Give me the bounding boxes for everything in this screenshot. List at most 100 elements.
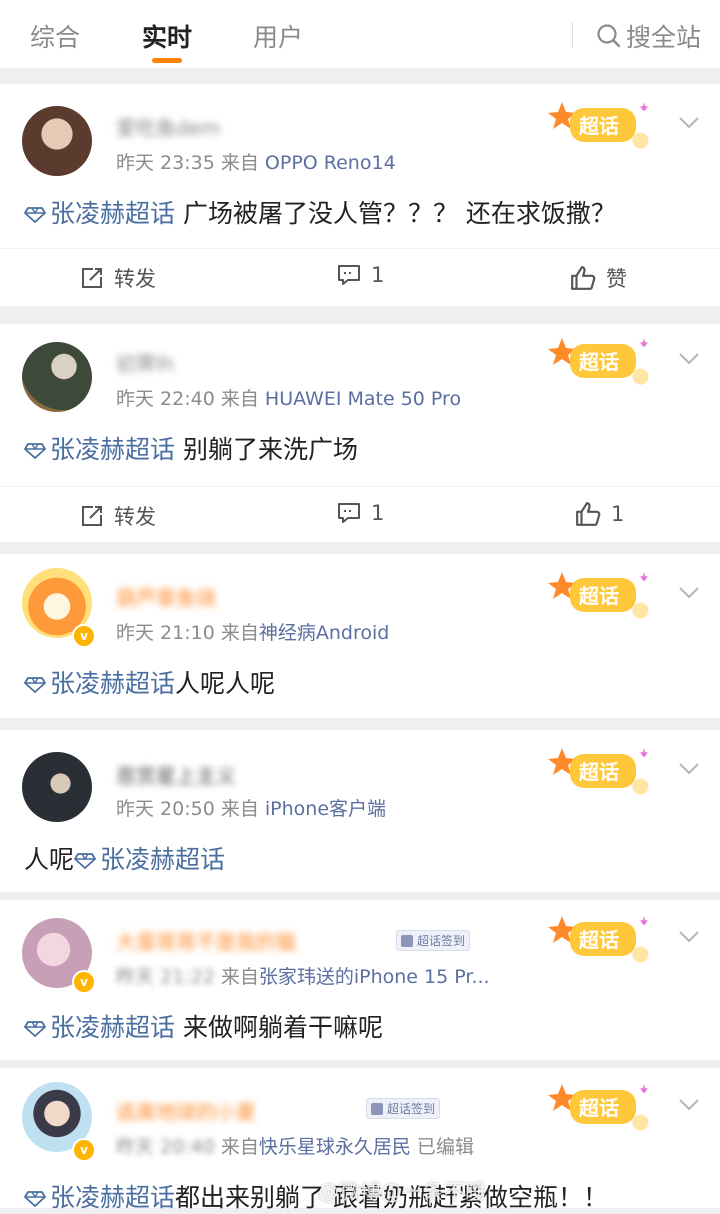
repost-button[interactable]: 转发 xyxy=(80,501,156,531)
watermark: @微博@一条不睡 xyxy=(318,1180,486,1204)
username[interactable]: 爱吃鱼dem xyxy=(116,112,220,141)
post-card[interactable]: 爱吃鱼dem 昨天 23:35 来自 OPPO Reno14 超话 张凌赫超话 … xyxy=(0,84,720,306)
chaohua-label: 超话 xyxy=(579,1096,619,1120)
chaohua-label: 超话 xyxy=(579,114,619,138)
post-content: 张凌赫超话人呢人呢 xyxy=(24,664,275,700)
checkin-icon xyxy=(371,1102,383,1115)
post-time: 昨天 20:50 xyxy=(116,798,215,820)
post-source[interactable]: 神经病Android xyxy=(259,622,389,644)
post-text: 来做啊躺着干嘛呢 xyxy=(182,1013,383,1042)
post-card[interactable]: 初霁lh 昨天 22:40 来自 HUAWEI Mate 50 Pro 超话 张… xyxy=(0,324,720,542)
post-source[interactable]: 张家玮送的iPhone 15 Pr... xyxy=(259,966,490,988)
post-content: 人呢 张凌赫超话 xyxy=(24,840,225,876)
post-meta: 昨天 20:50 来自 iPhone客户端 xyxy=(116,794,386,821)
repost-icon xyxy=(80,266,104,290)
supertopic-diamond-icon xyxy=(24,206,46,224)
post-time: 昨天 21:10 xyxy=(116,622,215,644)
post-time: 昨天 22:40 xyxy=(116,388,215,410)
post-content: 张凌赫超话 别躺了来洗广场 xyxy=(24,430,358,466)
action-row: 转发 1 赞 xyxy=(0,248,720,307)
verified-badge-icon: v xyxy=(72,970,96,994)
post-content: 张凌赫超话 来做啊躺着干嘛呢 xyxy=(24,1008,383,1044)
post-text: 广场被屠了没人管？？？ 还在求饭撒？ xyxy=(182,199,616,228)
source-prefix: 来自 xyxy=(220,1136,259,1158)
supertopic-diamond-icon xyxy=(24,1190,46,1208)
top-tab-bar: 综合 实时 用户 搜全站 xyxy=(0,0,720,68)
like-icon xyxy=(575,501,601,527)
post-meta: 昨天 21:22 来自张家玮送的iPhone 15 Pr... xyxy=(116,962,490,989)
comment-icon xyxy=(337,501,361,525)
checkin-icon xyxy=(401,934,413,947)
post-meta: 昨天 23:35 来自 OPPO Reno14 xyxy=(116,148,396,175)
chaohua-label: 超话 xyxy=(579,760,619,784)
repost-icon xyxy=(80,504,104,528)
topic-link[interactable]: 张凌赫超话 xyxy=(24,435,175,464)
edited-label: 已编辑 xyxy=(416,1136,474,1158)
chaohua-label: 超话 xyxy=(579,928,619,952)
post-text: 人呢人呢 xyxy=(175,669,276,698)
post-source[interactable]: HUAWEI Mate 50 Pro xyxy=(265,388,461,410)
avatar[interactable] xyxy=(22,752,92,822)
chevron-down-icon[interactable] xyxy=(678,586,700,600)
avatar[interactable] xyxy=(22,342,92,412)
source-prefix: 来自 xyxy=(220,622,259,644)
post-source[interactable]: iPhone客户端 xyxy=(265,798,386,820)
tab-comprehensive[interactable]: 综合 xyxy=(30,18,80,54)
supertopic-diamond-icon xyxy=(24,1020,46,1038)
post-card[interactable]: v 大蛋哥哥不是我的猫 超话签到 昨天 21:22 来自张家玮送的iPhone … xyxy=(0,900,720,1060)
source-prefix: 来自 xyxy=(220,388,259,410)
source-prefix: 来自 xyxy=(220,798,259,820)
search-all-button[interactable]: 搜全站 xyxy=(596,18,701,54)
checkin-badge: 超话签到 xyxy=(396,930,471,951)
post-text: 人呢 xyxy=(24,845,75,874)
comment-button[interactable]: 1 xyxy=(337,501,384,525)
source-prefix: 来自 xyxy=(220,152,259,174)
active-tab-indicator xyxy=(152,58,182,63)
chevron-down-icon[interactable] xyxy=(678,352,700,366)
post-card[interactable]: 恩赏星上主义 昨天 20:50 来自 iPhone客户端 超话 人呢 张凌赫超话 xyxy=(0,730,720,892)
chevron-down-icon[interactable] xyxy=(678,762,700,776)
post-time: 昨天 23:35 xyxy=(116,152,215,174)
username[interactable]: 葫芦章鱼烧 xyxy=(116,582,216,611)
post-source[interactable]: 快乐星球永久居民 xyxy=(259,1136,411,1158)
chevron-down-icon[interactable] xyxy=(678,930,700,944)
supertopic-diamond-icon xyxy=(24,442,46,460)
comment-icon xyxy=(337,263,361,287)
chevron-down-icon[interactable] xyxy=(678,1098,700,1112)
post-time: 昨天 20:40 xyxy=(116,1136,215,1158)
tab-users[interactable]: 用户 xyxy=(253,18,303,54)
repost-button[interactable]: 转发 xyxy=(80,263,156,293)
avatar[interactable] xyxy=(22,106,92,176)
chevron-down-icon[interactable] xyxy=(678,116,700,130)
username[interactable]: 恩赏星上主义 xyxy=(116,760,236,789)
post-source[interactable]: OPPO Reno14 xyxy=(265,152,396,174)
divider xyxy=(572,22,573,48)
topic-link[interactable]: 张凌赫超话 xyxy=(24,1013,175,1042)
comment-button[interactable]: 1 xyxy=(337,263,384,287)
post-meta: 昨天 22:40 来自 HUAWEI Mate 50 Pro xyxy=(116,384,461,411)
post-meta: 昨天 21:10 来自神经病Android xyxy=(116,618,389,645)
tab-realtime[interactable]: 实时 xyxy=(142,18,192,54)
checkin-badge: 超话签到 xyxy=(366,1098,441,1119)
topic-link[interactable]: 张凌赫超话 xyxy=(24,669,175,698)
username[interactable]: 初霁lh xyxy=(116,348,174,377)
post-time: 昨天 21:22 xyxy=(116,966,215,988)
like-icon xyxy=(570,265,596,291)
username[interactable]: 大蛋哥哥不是我的猫 xyxy=(116,926,296,955)
post-text: 别躺了来洗广场 xyxy=(182,435,358,464)
topic-link[interactable]: 张凌赫超话 xyxy=(74,845,225,874)
chaohua-label: 超话 xyxy=(579,350,619,374)
username[interactable]: 逃离地球的小夏 xyxy=(116,1096,256,1125)
like-button[interactable]: 赞 xyxy=(570,263,627,293)
supertopic-diamond-icon xyxy=(24,676,46,694)
verified-badge-icon: v xyxy=(72,624,96,648)
like-button[interactable]: 1 xyxy=(575,501,624,527)
topic-link[interactable]: 张凌赫超话 xyxy=(24,199,175,228)
post-card[interactable]: v 葫芦章鱼烧 昨天 21:10 来自神经病Android 超话 张凌赫超话人呢… xyxy=(0,554,720,718)
search-all-label: 搜全站 xyxy=(626,23,702,52)
supertopic-diamond-icon xyxy=(74,852,96,870)
source-prefix: 来自 xyxy=(220,966,259,988)
action-row: 转发 1 1 xyxy=(0,486,720,545)
post-meta: 昨天 20:40 来自快乐星球永久居民 已编辑 xyxy=(116,1132,474,1159)
chaohua-label: 超话 xyxy=(579,584,619,608)
